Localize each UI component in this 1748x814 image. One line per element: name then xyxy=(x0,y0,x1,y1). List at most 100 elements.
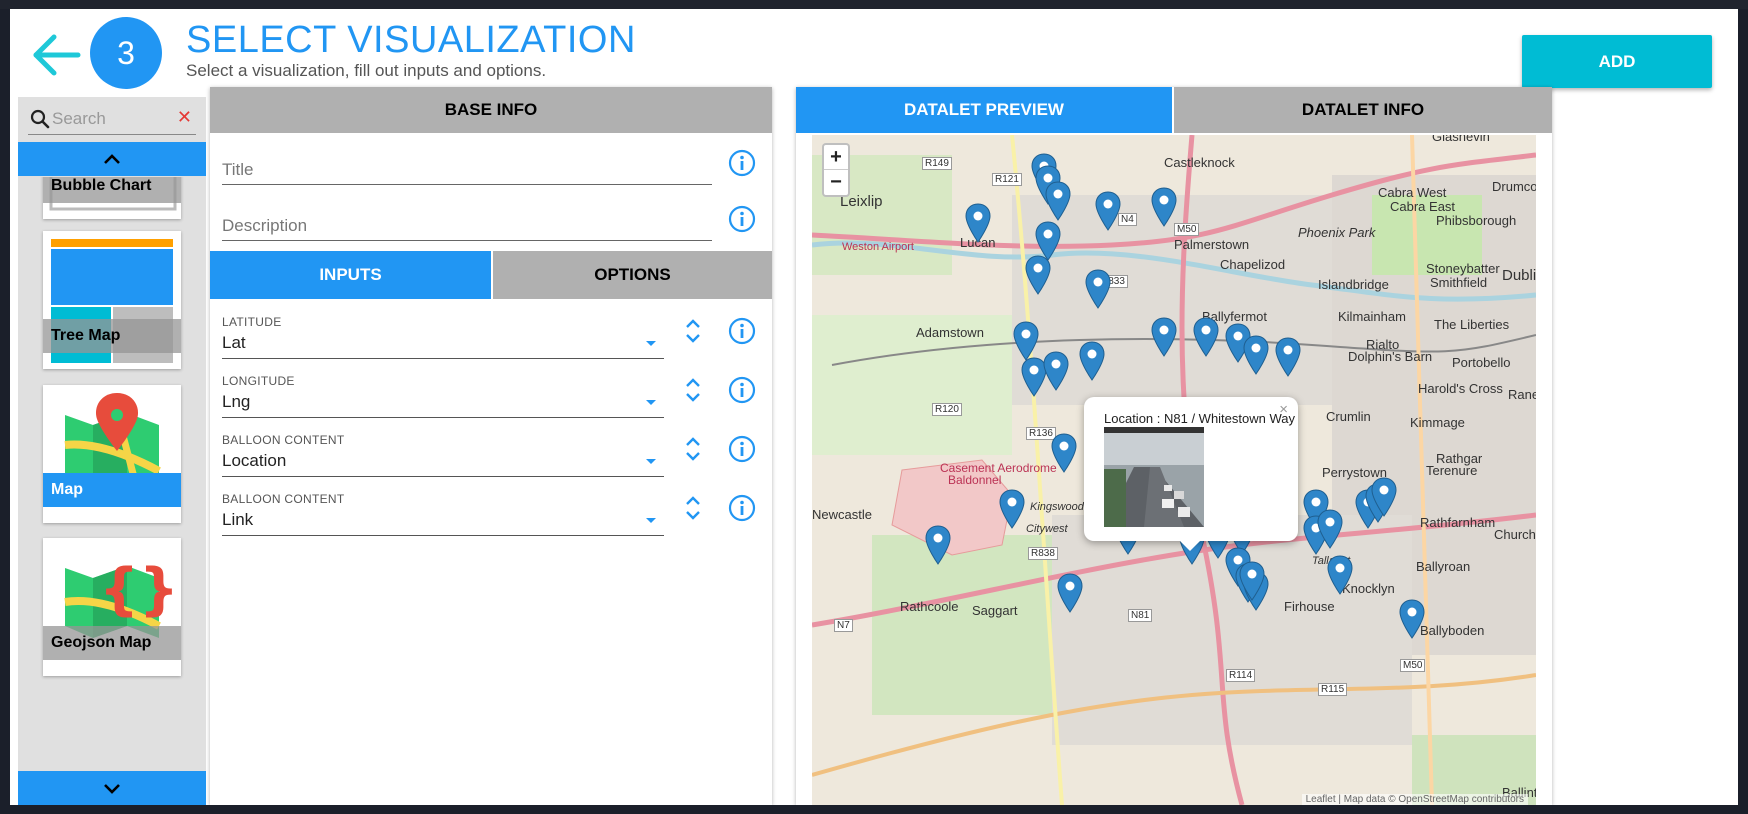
select-label: LATITUDE xyxy=(222,315,282,329)
reorder-updown-icon[interactable] xyxy=(684,317,702,345)
description-field xyxy=(222,207,712,241)
map-place-label: Kilmainham xyxy=(1338,309,1406,324)
title-info-icon[interactable] xyxy=(728,149,756,177)
road-label: R120 xyxy=(932,403,962,416)
visualization-list: Bubble Chart Tree Map Map {} Geojson Map xyxy=(18,177,206,769)
balloon-content-info-icon[interactable] xyxy=(728,494,756,522)
road-label: N7 xyxy=(834,619,853,632)
add-button[interactable]: ADD xyxy=(1522,35,1712,88)
latitude-select[interactable]: LATITUDE Lat xyxy=(222,313,664,359)
map-marker-icon[interactable] xyxy=(999,489,1025,529)
search-box: ✕ xyxy=(28,105,196,135)
search-input[interactable] xyxy=(52,107,172,131)
map-place-label: Rathcoole xyxy=(900,599,959,614)
map-marker-icon[interactable] xyxy=(1151,317,1177,357)
chevron-up-icon xyxy=(104,154,120,164)
map-marker-icon[interactable] xyxy=(1045,181,1071,221)
zoom-out-button[interactable]: − xyxy=(824,170,848,195)
map-marker-icon[interactable] xyxy=(1399,599,1425,639)
zoom-in-button[interactable]: + xyxy=(824,145,848,170)
map-place-label: Baldonnel xyxy=(948,473,1002,487)
viz-card-label: Geojson Map xyxy=(43,626,181,660)
select-label: BALLOON CONTENT xyxy=(222,492,345,506)
map-marker-icon[interactable] xyxy=(1327,555,1353,595)
map-marker-icon[interactable] xyxy=(1013,321,1039,361)
svg-text:{}: {} xyxy=(99,557,179,622)
map-place-label: Smithfield xyxy=(1430,275,1488,290)
back-arrow-icon[interactable] xyxy=(28,27,84,83)
map-marker-icon[interactable] xyxy=(1193,317,1219,357)
viz-card-tree-map[interactable]: Tree Map xyxy=(43,231,181,369)
map-marker-icon[interactable] xyxy=(1025,255,1051,295)
scroll-down-button[interactable] xyxy=(18,771,206,805)
map-marker-icon[interactable] xyxy=(1043,351,1069,391)
balloon-content-select-2[interactable]: BALLOON CONTENT Link xyxy=(222,490,664,536)
map-place-label: Weston Airport xyxy=(842,241,914,253)
tab-options[interactable]: OPTIONS xyxy=(491,251,772,299)
select-value: Lng xyxy=(222,392,251,411)
map-view[interactable]: Leixlip Castleknock Cabra West Cabra Eas… xyxy=(812,135,1536,805)
map-place-label: Phoenix Park xyxy=(1298,225,1376,240)
map-marker-icon[interactable] xyxy=(1057,573,1083,613)
caret-down-icon xyxy=(646,518,656,523)
balloon-content-select-1[interactable]: BALLOON CONTENT Location xyxy=(222,431,664,477)
map-place-label: Phibsborough xyxy=(1436,213,1517,228)
map-place-label: Islandbridge xyxy=(1318,277,1389,292)
road-label: R115 xyxy=(1318,683,1348,696)
map-marker-icon[interactable] xyxy=(1051,433,1077,473)
caret-down-icon xyxy=(646,400,656,405)
tab-datalet-info[interactable]: DATALET INFO xyxy=(1174,87,1552,133)
clear-search-icon[interactable]: ✕ xyxy=(177,107,192,128)
map-place-label: Churchtown xyxy=(1494,527,1536,542)
reorder-updown-icon[interactable] xyxy=(684,494,702,522)
map-place-label: Kingswood xyxy=(1030,501,1084,513)
visualization-sidebar: ✕ Bubble Chart Tree xyxy=(18,97,206,805)
road-label: M50 xyxy=(1174,223,1200,236)
map-marker-icon[interactable] xyxy=(1317,509,1343,549)
map-marker-icon[interactable] xyxy=(1371,477,1397,517)
map-marker-icon[interactable] xyxy=(1243,335,1269,375)
popup-close-icon[interactable]: × xyxy=(1279,401,1288,418)
map-place-label: Stoneybatter xyxy=(1426,261,1500,276)
map-marker-icon[interactable] xyxy=(1239,561,1265,601)
road-label: R149 xyxy=(922,157,952,170)
map-place-label: Dublin xyxy=(1502,267,1536,284)
balloon-content-info-icon[interactable] xyxy=(728,435,756,463)
map-place-label: Glasnevin xyxy=(1432,135,1490,144)
reorder-updown-icon[interactable] xyxy=(684,376,702,404)
description-info-icon[interactable] xyxy=(728,205,756,233)
viz-card-map[interactable]: Map xyxy=(43,385,181,523)
viz-card-label: Tree Map xyxy=(43,319,181,353)
reorder-updown-icon[interactable] xyxy=(684,435,702,463)
map-marker-icon[interactable] xyxy=(1079,341,1105,381)
caret-down-icon xyxy=(646,341,656,346)
map-marker-icon[interactable] xyxy=(925,525,951,565)
map-marker-icon[interactable] xyxy=(965,203,991,243)
map-place-label: Harold's Cross xyxy=(1418,381,1503,396)
title-input[interactable] xyxy=(222,151,712,181)
select-value: Lat xyxy=(222,333,246,352)
map-marker-icon[interactable] xyxy=(1085,269,1111,309)
map-place-label: Portobello xyxy=(1452,355,1511,370)
map-place-label: Kimmage xyxy=(1410,415,1465,430)
map-marker-icon[interactable] xyxy=(1275,337,1301,377)
latitude-info-icon[interactable] xyxy=(728,317,756,345)
scroll-up-button[interactable] xyxy=(18,142,206,176)
longitude-info-icon[interactable] xyxy=(728,376,756,404)
map-place-label: Ballyroan xyxy=(1416,559,1471,574)
map-place-label: Newcastle xyxy=(812,507,872,522)
caret-down-icon xyxy=(646,459,656,464)
road-label: R121 xyxy=(992,173,1022,186)
search-icon xyxy=(30,109,50,129)
map-place-label: Rathfarnham xyxy=(1420,515,1496,530)
viz-card-bubble-chart[interactable]: Bubble Chart xyxy=(43,177,181,219)
viz-card-geojson-map[interactable]: {} Geojson Map xyxy=(43,538,181,676)
map-place-label: Adamstown xyxy=(916,325,984,340)
description-input[interactable] xyxy=(222,207,712,237)
tab-datalet-preview[interactable]: DATALET PREVIEW xyxy=(796,87,1172,133)
map-marker-icon[interactable] xyxy=(1151,187,1177,227)
map-marker-icon[interactable] xyxy=(1095,191,1121,231)
tab-inputs[interactable]: INPUTS xyxy=(210,251,491,299)
longitude-select[interactable]: LONGITUDE Lng xyxy=(222,372,664,418)
viz-card-label: Bubble Chart xyxy=(43,177,181,203)
